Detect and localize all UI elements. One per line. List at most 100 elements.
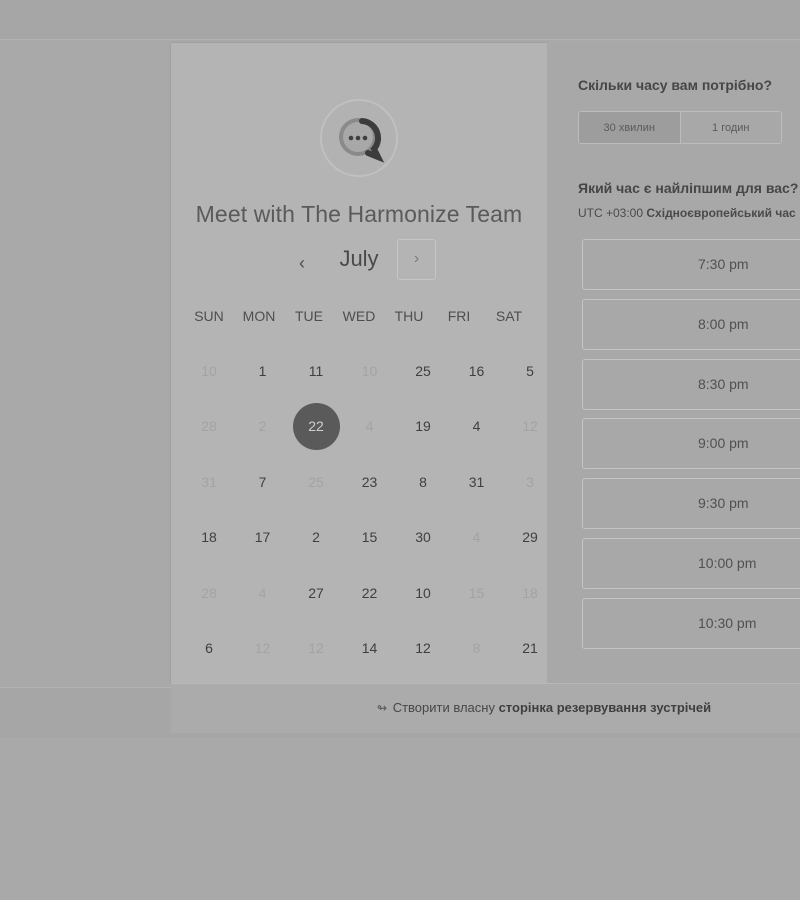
weekday-label: WED [342,308,376,324]
time-slot[interactable]: 8:00 pm [582,298,800,350]
duration-option-30min[interactable]: 30 хвилин [579,112,681,143]
calendar-day[interactable]: 17 [238,510,288,566]
calendar-day-number: 18 [522,584,538,601]
calendar-day-number: 30 [415,529,431,546]
calendar-day[interactable]: 25 [398,343,448,399]
time-slot[interactable]: 9:30 pm [582,478,800,530]
calendar-day-number: 10 [201,362,217,379]
calendar-day-number: 12 [254,640,271,657]
calendar-day[interactable]: 1 [238,343,288,399]
time-slot-list: 7:30 pm 8:00 pm 8:30 pm 9:00 pm 9:30 pm … [582,239,800,658]
time-picker-panel: Скільки часу вам потрібно? 30 хвилин 1 г… [547,43,800,683]
calendar-day-number: 16 [468,362,485,379]
calendar-day[interactable]: 11 [291,343,341,399]
calendar-day[interactable]: 27 [291,565,341,621]
page-top-bar [0,0,800,40]
calendar-panel: Meet with The Harmonize Team ‹ July › SU… [171,43,547,683]
calendar-day-number: 22 [292,402,340,450]
calendar-day-number: 21 [522,640,538,657]
calendar-day[interactable]: 8 [398,454,448,510]
card-footer: ↬ Створити власну сторінка резервування … [171,683,800,733]
footer-text-bold: сторінка резервування зустрічей [498,700,712,715]
calendar-day[interactable]: 4 [452,399,502,455]
footer-text-prefix: Створити власну [392,700,495,715]
next-month-button[interactable]: › [397,239,436,280]
calendar-day: 4 [238,565,288,621]
time-slot[interactable]: 10:30 pm [582,597,800,649]
calendar-day-number: 2 [312,529,320,546]
time-slot[interactable]: 7:30 pm [582,239,800,290]
calendar-day-number: 28 [201,584,217,601]
calendar-day[interactable]: 31 [452,454,502,510]
calendar-day: 15 [452,565,502,621]
calendar-day-number: 15 [468,584,485,601]
calendar-day[interactable]: 7 [238,454,288,510]
calendar-day-number: 7 [258,473,267,490]
calendar-day: 8 [452,621,502,677]
calendar-day[interactable]: 14 [345,621,395,677]
calendar-day: 28 [184,565,234,621]
calendar-day-number: 4 [258,584,267,601]
calendar-day-number: 27 [308,584,324,601]
calendar-day: 12 [291,621,341,677]
calendar-day-number: 23 [361,473,378,490]
time-question: Який час є найліпшим для вас? [578,180,799,196]
calendar-day-number: 1 [258,362,267,379]
calendar-day-selected[interactable]: 22 [291,399,341,455]
calendar-day-number: 12 [308,640,324,657]
chat-bubble-icon [339,118,384,163]
weekday-label: TUE [295,308,323,324]
time-slot[interactable]: 9:00 pm [582,418,800,470]
calendar-day-number: 8 [472,640,481,657]
calendar-day: 25 [291,454,341,510]
page-title: Meet with The Harmonize Team [195,201,523,227]
calendar-day[interactable]: 30 [398,510,448,566]
duration-question: Скільки часу вам потрібно? [578,77,773,93]
calendar-day[interactable]: 16 [452,343,502,399]
calendar-day[interactable]: 6 [184,621,234,677]
weekday-label: MON [242,308,276,324]
calendar-day: 4 [345,399,395,455]
weekday-label: SUN [194,308,224,324]
calendar-day: 28 [184,399,234,455]
timezone-name: Східноєвропейський час [646,206,796,220]
time-slot[interactable]: 10:00 pm [582,537,800,589]
calendar-day-number: 6 [205,640,213,657]
calendar-day-number: 31 [201,473,217,490]
calendar-day-number: 11 [308,362,324,379]
calendar-day[interactable]: 18 [184,510,234,566]
calendar-day: 31 [184,454,234,510]
calendar-day[interactable]: 2 [291,510,341,566]
calendar-day: 10 [184,343,234,399]
calendar-day[interactable]: 10 [398,565,448,621]
calendar-day-number: 12 [522,418,538,435]
month-label: July [339,246,379,271]
weekday-label: THU [394,308,424,324]
calendar-day-number: 14 [361,640,378,657]
hubspot-sprocket-icon: ↬ [377,701,388,715]
calendar-day[interactable]: 22 [345,565,395,621]
duration-option-1hour[interactable]: 1 годин [681,112,782,143]
calendar-day-number: 31 [468,473,485,490]
timezone-label: UTC +03:00 Східноєвропейський час [578,206,796,220]
calendar-day[interactable]: 15 [345,510,395,566]
calendar-day-number: 4 [365,418,374,435]
calendar-day-number: 19 [415,418,431,435]
calendar-grid: 10 1 11 10 25 16 5 28 2 22 4 19 4 12 31 7 25 23 8 31 3 18 17 2 1… [184,343,538,677]
calendar-day-number: 18 [201,529,217,546]
calendar-day-number: 5 [526,362,534,379]
calendar-day[interactable]: 12 [398,621,448,677]
calendar-day-number: 3 [526,473,534,490]
prev-month-button[interactable]: ‹ [287,248,317,278]
calendar-day: 4 [452,510,502,566]
calendar-day-number: 15 [361,529,378,546]
calendar-day-number: 8 [419,473,427,490]
calendar-day-number: 25 [415,362,431,379]
weekday-header: SUN MON TUE WED THU FRI SAT [184,308,534,324]
calendar-day[interactable]: 23 [345,454,395,510]
create-booking-page-link[interactable]: ↬ Створити власну сторінка резервування … [377,700,711,715]
time-slot[interactable]: 8:30 pm [582,358,800,410]
calendar-day-number: 29 [522,529,538,546]
calendar-day[interactable]: 19 [398,399,448,455]
calendar-day-number: 22 [361,584,378,601]
